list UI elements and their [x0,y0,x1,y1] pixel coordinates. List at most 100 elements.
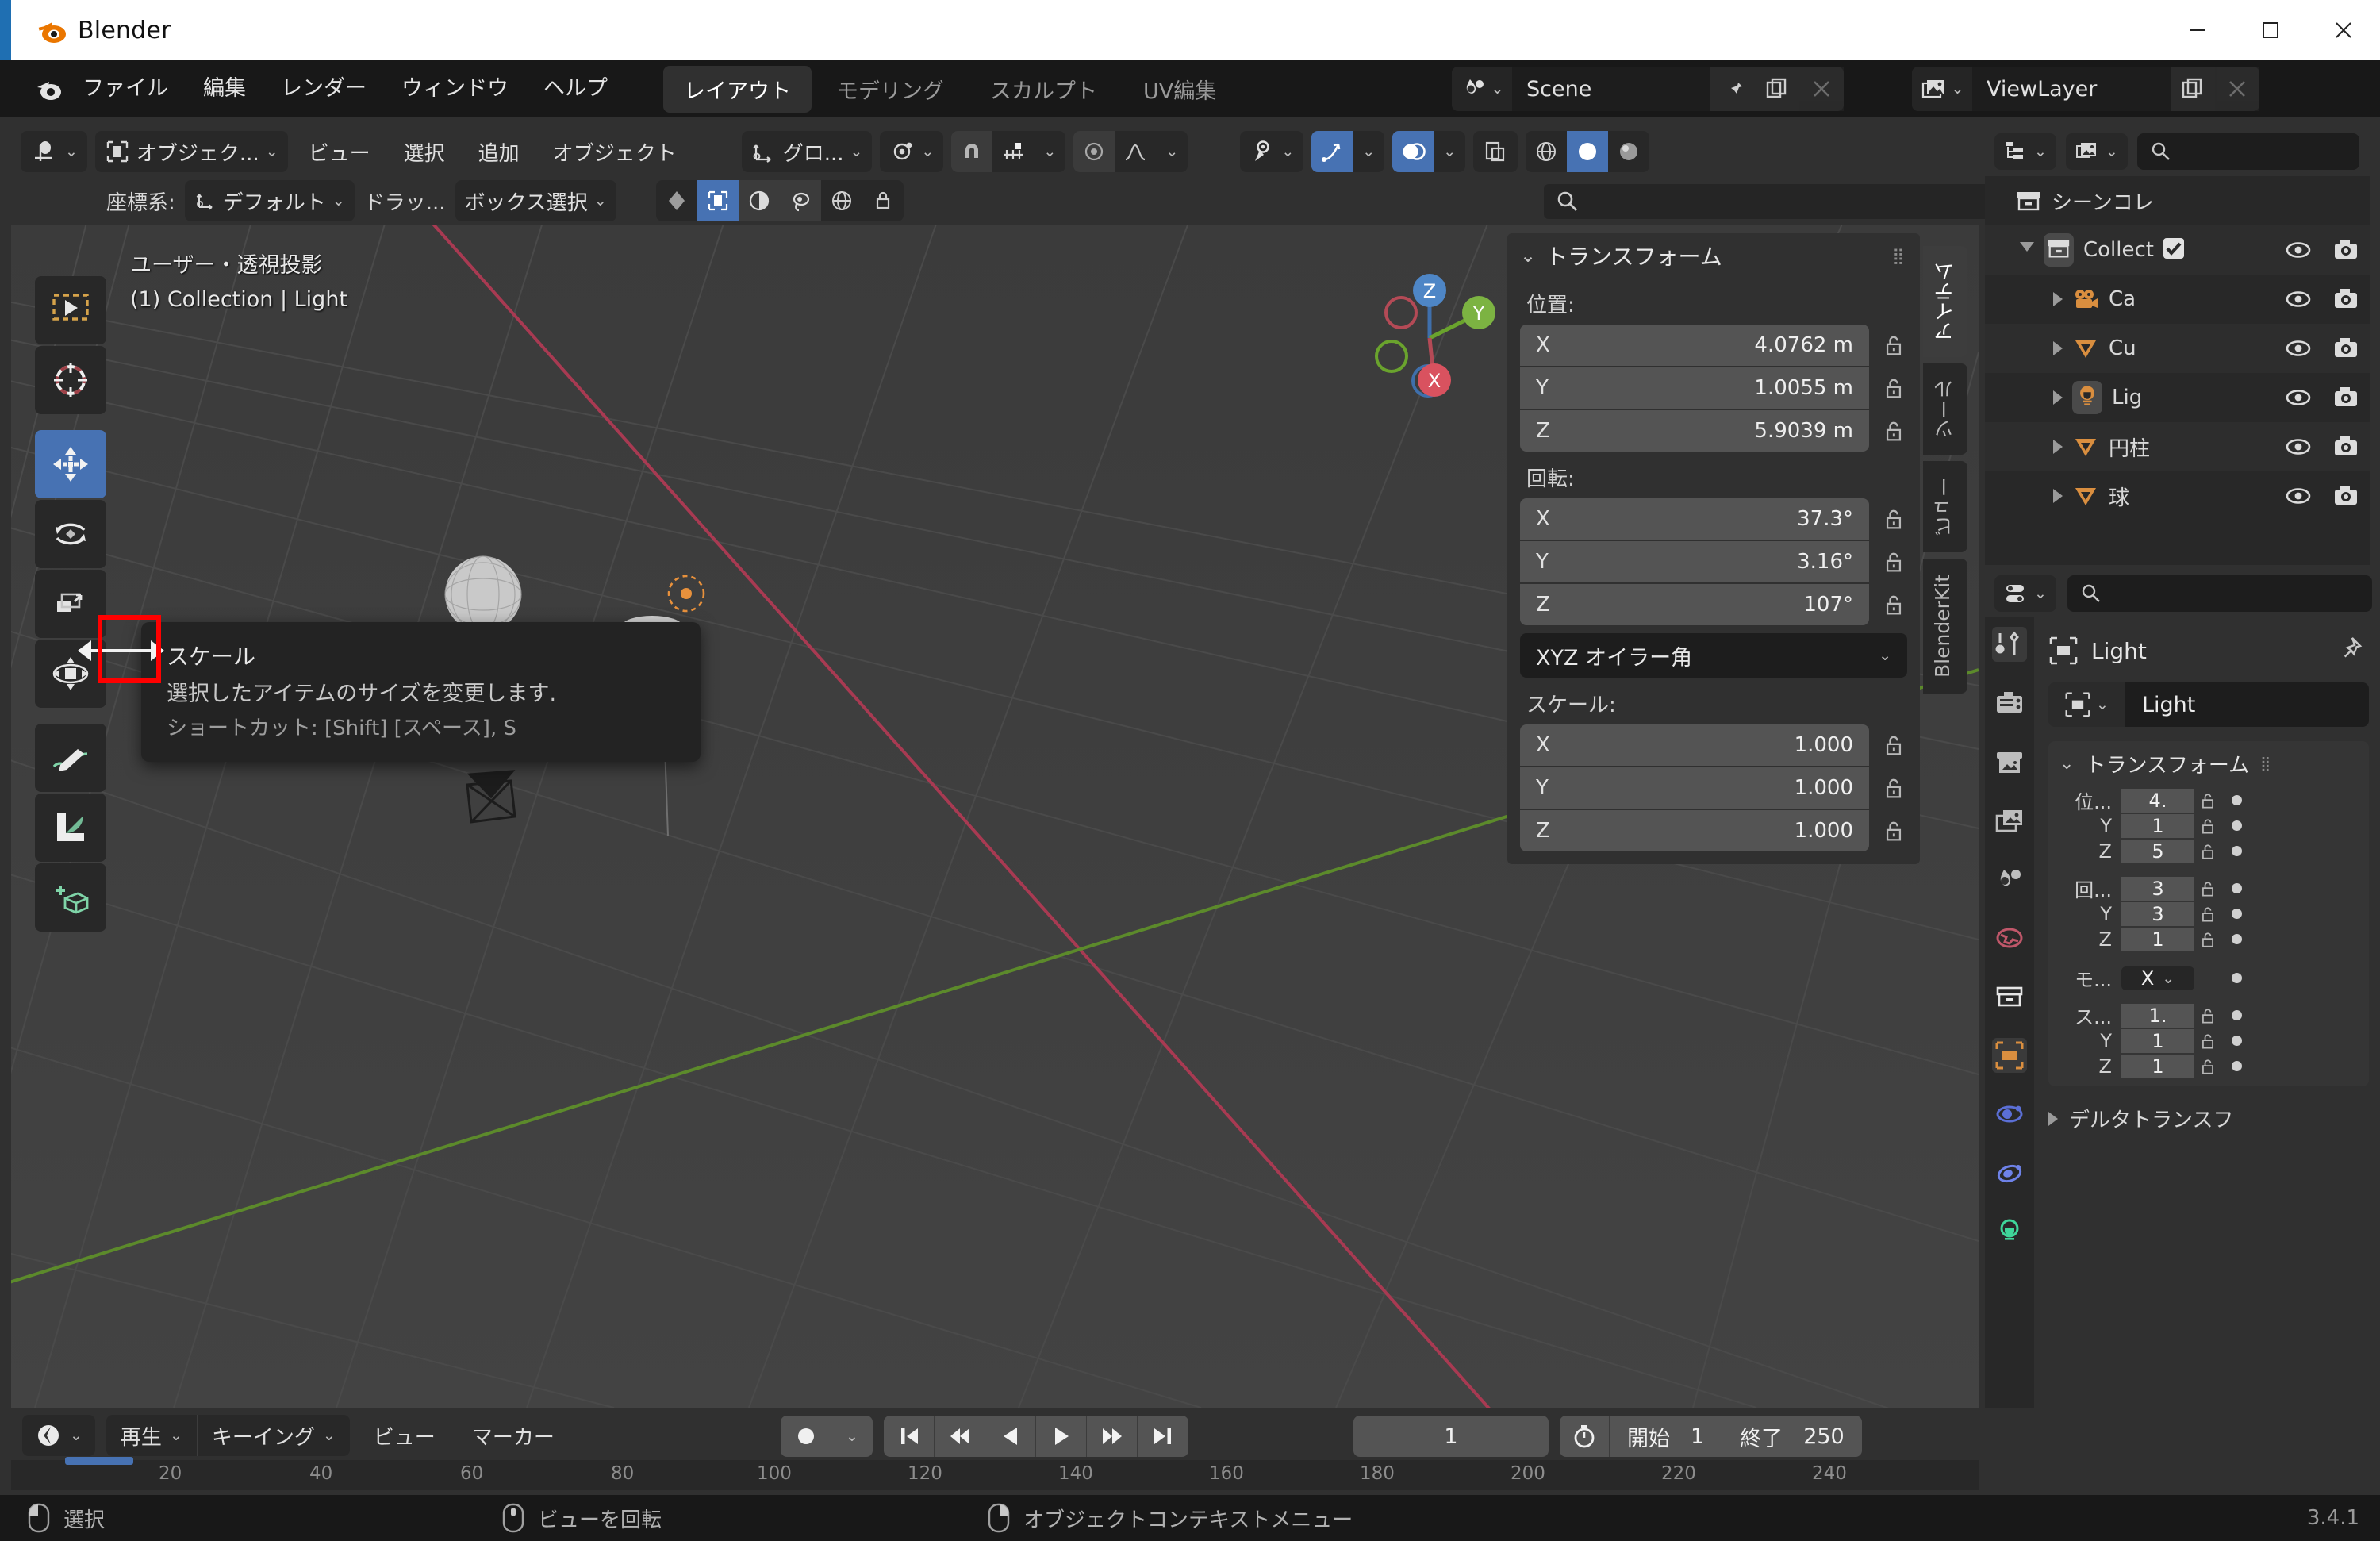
frame-start-field[interactable]: 開始 1 [1609,1416,1722,1457]
location-z-field[interactable]: Z 5.9039 m [1520,410,1869,452]
scale-y-field[interactable]: Y 1.000 [1520,767,1869,809]
viewlayer-name-field[interactable]: ViewLayer [1972,67,2171,111]
tab-sculpting[interactable]: スカルプト [969,66,1118,113]
viewlayer-icon[interactable]: ⌄ [1912,67,1972,111]
render-tab-icon[interactable] [1992,686,2027,721]
outliner-display-mode-icon[interactable]: ⌄ [1994,133,2056,170]
proportional-editing-icon[interactable] [1073,131,1115,172]
animate-property-icon[interactable] [2221,795,2251,805]
location-y-field[interactable]: Y 1.0055 m [1520,367,1869,409]
jump-to-end-icon[interactable] [1138,1416,1188,1457]
unlock-icon[interactable] [1880,591,1907,618]
outliner-row-cylinder[interactable]: 円柱 [1985,422,2370,471]
prop-location-y-field[interactable]: 1 [2121,813,2194,838]
chevron-right-icon[interactable] [2053,489,2063,503]
object-name-input[interactable]: Light [2125,682,2369,727]
outliner-row-collection[interactable]: Collect [1985,225,2370,275]
scale-x-field[interactable]: X 1.000 [1520,724,1869,766]
viewport-menu-view[interactable]: ビュー [296,131,383,172]
eye-icon[interactable] [2285,384,2312,411]
lock-object-modes-icon[interactable] [862,180,904,221]
unlock-icon[interactable] [2194,1031,2221,1051]
eye-icon[interactable] [2285,482,2312,509]
tool-tab-icon[interactable] [1992,627,2027,662]
menu-window[interactable]: ウィンドウ [384,60,526,117]
outliner-search-input[interactable] [2136,133,2359,170]
play-reverse-icon[interactable] [985,1416,1036,1457]
eye-icon[interactable] [2285,236,2312,263]
tab-view[interactable]: ビュー [1923,461,1967,552]
navigation-gizmo[interactable]: Z Y X [1352,257,1511,416]
rotation-x-field[interactable]: X 37.3° [1520,498,1869,540]
menu-file[interactable]: ファイル [65,60,186,117]
scale-z-field[interactable]: Z 1.000 [1520,810,1869,851]
unlock-icon[interactable] [1880,548,1907,575]
unlock-icon[interactable] [2194,929,2221,950]
tab-blenderkit[interactable]: BlenderKit [1923,559,1967,694]
add-cube-tool-button[interactable] [35,863,106,932]
measure-tool-button[interactable] [35,794,106,862]
camera-render-icon[interactable] [2332,286,2359,313]
chevron-right-icon[interactable] [2053,292,2063,306]
maximize-icon[interactable] [2234,0,2307,60]
viewport-menu-object[interactable]: オブジェクト [540,131,689,172]
unlock-icon[interactable] [1880,732,1907,759]
prop-rotation-y-field[interactable]: 3 [2121,901,2194,926]
tweak-tool-button[interactable] [35,276,106,344]
keying-dropdown[interactable]: キーイング ⌄ [196,1415,350,1456]
material-preview-icon[interactable] [1608,131,1649,172]
overlay-dropdown-chevron-icon[interactable]: ⌄ [1434,131,1465,172]
animate-property-icon[interactable] [2221,846,2251,856]
eye-icon[interactable] [2285,433,2312,460]
camera-render-icon[interactable] [2332,433,2359,460]
animate-property-icon[interactable] [2221,973,2251,983]
wireframe-shading-icon[interactable] [1526,131,1567,172]
object-data-selector[interactable]: ⌄ [2048,682,2125,727]
eye-icon[interactable] [2285,335,2312,362]
object-data-tab-icon[interactable] [1992,1214,2027,1249]
scene-name-field[interactable]: Scene [1512,67,1710,111]
unlock-icon[interactable] [2194,1056,2221,1077]
outliner-filter-icon[interactable]: ⌄ [2065,133,2128,170]
animate-property-icon[interactable] [2221,820,2251,831]
unlock-icon[interactable] [2194,1005,2221,1026]
globe-icon[interactable] [821,180,862,221]
select-tweak-icon[interactable] [656,180,697,221]
tab-uv-editing[interactable]: UV編集 [1123,66,1237,113]
auto-keying-dropdown-chevron-icon[interactable]: ⌄ [831,1416,873,1457]
solid-shading-icon[interactable] [1567,131,1609,172]
properties-search-input[interactable] [2067,575,2372,612]
move-tool-button[interactable] [35,430,106,498]
scene-tab-icon[interactable] [1992,862,2027,897]
panel-grip-icon[interactable]: ⣿ [2260,755,2271,772]
camera-render-icon[interactable] [2332,335,2359,362]
orientation-dropdown[interactable]: デフォルト ⌄ [184,180,355,221]
prop-location-z-field[interactable]: 5 [2121,839,2194,863]
animate-property-icon[interactable] [2221,883,2251,893]
jump-to-start-icon[interactable] [884,1416,935,1457]
playback-dropdown[interactable]: 再生 ⌄ [106,1415,197,1456]
pivot-point-dropdown[interactable]: ⌄ [880,131,944,172]
tab-tool[interactable]: ツール [1923,363,1967,455]
unlock-icon[interactable] [1880,774,1907,801]
select-box-icon[interactable] [697,180,739,221]
rotate-tool-button[interactable] [35,500,106,568]
prop-location-x-field[interactable]: 4. [2121,788,2194,813]
drag-mode-dropdown[interactable]: ボックス選択 ⌄ [455,180,616,221]
3d-viewport[interactable]: ユーザー・透視投影 (1) Collection | Light Z Y X ⌄… [11,225,1979,1408]
modifiers-tab-icon[interactable] [1992,1097,2027,1132]
animate-property-icon[interactable] [2221,909,2251,919]
physics-tab-icon[interactable] [1992,1155,2027,1190]
collection-checkbox[interactable] [2162,236,2186,263]
snap-magnet-icon[interactable] [951,131,993,172]
delta-transform-panel-header[interactable]: デルタトランスフ [2048,1104,2369,1133]
close-icon[interactable] [2307,0,2380,60]
camera-render-icon[interactable] [2332,236,2359,263]
panel-grip-icon[interactable]: ⣿ [1892,246,1906,265]
delete-viewlayer-icon[interactable] [2215,67,2259,111]
world-tab-icon[interactable] [1992,920,2027,955]
unlock-icon[interactable] [1880,332,1907,359]
xray-toggle-icon[interactable] [1473,131,1518,172]
menu-help[interactable]: ヘルプ [526,60,625,117]
unlock-icon[interactable] [2194,841,2221,862]
